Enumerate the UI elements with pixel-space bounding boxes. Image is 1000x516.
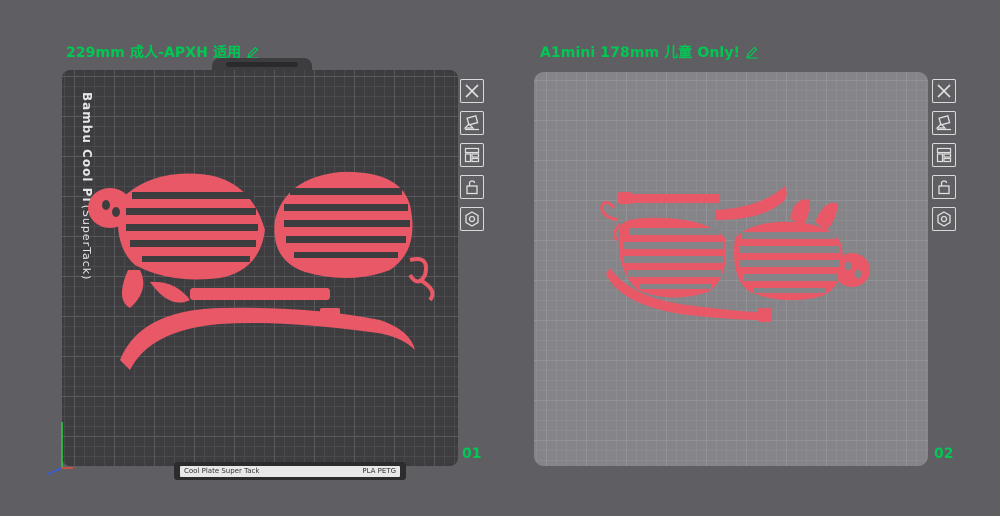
settings-icon	[465, 211, 479, 227]
plate-2-number: 02	[934, 446, 954, 462]
lock-button[interactable]	[460, 175, 484, 199]
arrange-button[interactable]	[460, 143, 484, 167]
edit-pencil-icon[interactable]	[745, 45, 759, 59]
close-plate-button[interactable]	[460, 79, 484, 103]
plate-2-title[interactable]: A1mini 178mm 儿童 Only!	[540, 42, 759, 62]
plate-2-title-text: A1mini 178mm 儿童 Only!	[540, 45, 741, 61]
lock-button[interactable]	[932, 175, 956, 199]
arrange-icon	[936, 147, 952, 163]
edit-pencil-icon[interactable]	[246, 45, 260, 59]
plate-1-handle-slot	[226, 62, 298, 67]
axis-gizmo	[47, 422, 73, 475]
plate-settings-button[interactable]	[932, 207, 956, 231]
auto-orient-icon	[935, 115, 951, 131]
settings-icon	[937, 211, 951, 227]
auto-orient-icon	[463, 115, 479, 131]
plate-settings-button[interactable]	[460, 207, 484, 231]
close-icon	[465, 84, 479, 98]
auto-orient-button[interactable]	[932, 111, 956, 135]
lock-icon	[466, 180, 478, 195]
arrange-button[interactable]	[932, 143, 956, 167]
plate-1-number: 01	[462, 446, 482, 462]
plate-2-toolbar	[932, 79, 956, 231]
lock-icon	[938, 180, 950, 195]
arrange-icon	[464, 147, 480, 163]
plate-2-model[interactable]	[590, 178, 880, 328]
plate-1-bottom-label: Cool Plate Super Tack PLA PETG	[174, 462, 406, 480]
plate-1-model[interactable]	[80, 160, 440, 380]
plate-1-toolbar	[460, 79, 484, 231]
plate-1-label-left: Cool Plate Super Tack	[184, 467, 260, 475]
plate-1-label-strip: Cool Plate Super Tack PLA PETG	[180, 465, 400, 477]
close-plate-button[interactable]	[932, 79, 956, 103]
auto-orient-button[interactable]	[460, 111, 484, 135]
close-icon	[937, 84, 951, 98]
plate-1-label-right: PLA PETG	[362, 467, 396, 475]
